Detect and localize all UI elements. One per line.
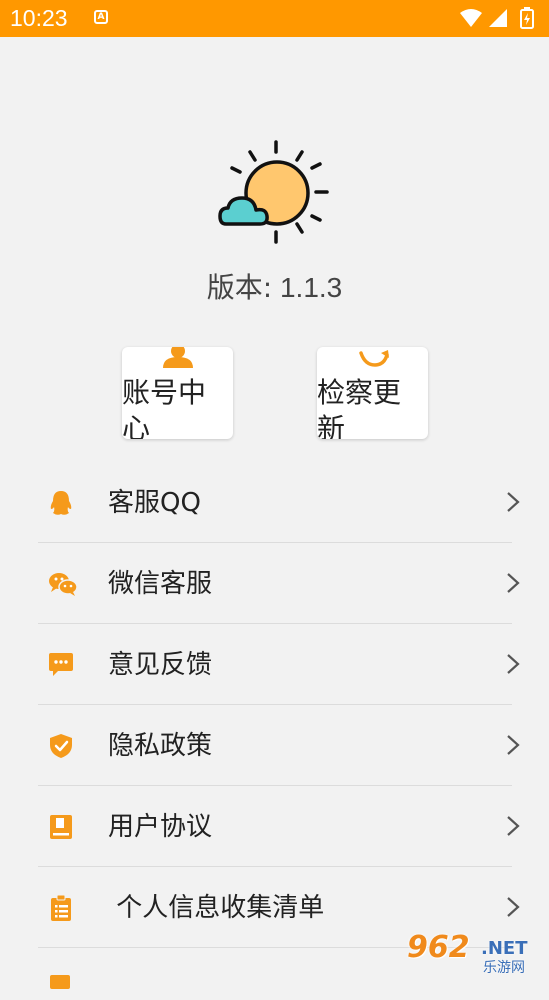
book-icon [48,814,74,840]
feedback-icon [48,652,74,678]
account-center-label: 账号中心 [122,376,207,439]
watermark-domain: .NET [481,938,528,959]
status-time: 10:23 [10,5,68,31]
check-update-label: 检察更新 [317,376,402,439]
notification-icon: A [94,10,108,24]
menu-item-user-agreement[interactable]: 用户协议 [38,786,520,867]
wechat-icon [48,571,78,597]
chevron-right-icon [506,491,520,513]
chevron-right-icon [506,734,520,756]
menu-item-privacy-policy[interactable]: 隐私政策 [38,705,520,786]
watermark-number: 962 [407,930,470,965]
menu-label-qq-support: 客服QQ [108,488,201,518]
check-update-card[interactable]: 检察更新 [317,347,428,439]
qq-icon [48,490,74,516]
watermark-site-name: 乐游网 [483,960,525,976]
menu-item-qq-support[interactable]: 客服QQ [38,462,520,543]
shield-icon [48,733,74,759]
version-text: 版本: 1.1.3 [0,266,549,306]
version-value: 1.1.3 [279,272,343,303]
chevron-right-icon [506,896,520,918]
menu-item-wechat-support[interactable]: 微信客服 [38,543,520,624]
refresh-icon [357,347,391,373]
menu-label-privacy-policy: 隐私政策 [108,731,213,761]
menu-item-feedback[interactable]: 意见反馈 [38,624,520,705]
sun-cloud-icon [216,140,332,246]
chevron-right-icon [506,815,520,837]
clipboard-icon [48,894,74,921]
user-icon [162,347,194,373]
chevron-right-icon [506,572,520,594]
watermark-logo: 962 .NET 乐游网 [407,930,543,976]
chevron-right-icon [506,653,520,675]
menu-label-user-agreement: 用户协议 [108,812,213,842]
settings-menu: 客服QQ 微信客服 意见反馈 隐私政策 用户协议 个人信息收集清单 [38,462,520,989]
menu-partial-icon [48,974,74,1000]
menu-label-feedback: 意见反馈 [108,650,213,680]
version-label: 版本: [206,271,273,304]
battery-charging-icon [520,7,534,29]
status-bar: 10:23 A [0,0,549,37]
account-center-card[interactable]: 账号中心 [122,347,233,439]
menu-label-personal-info-list: 个人信息收集清单 [108,893,325,923]
menu-label-wechat-support: 微信客服 [108,569,213,599]
wifi-icon [460,9,482,27]
signal-icon [489,9,507,27]
status-icons [459,7,537,29]
